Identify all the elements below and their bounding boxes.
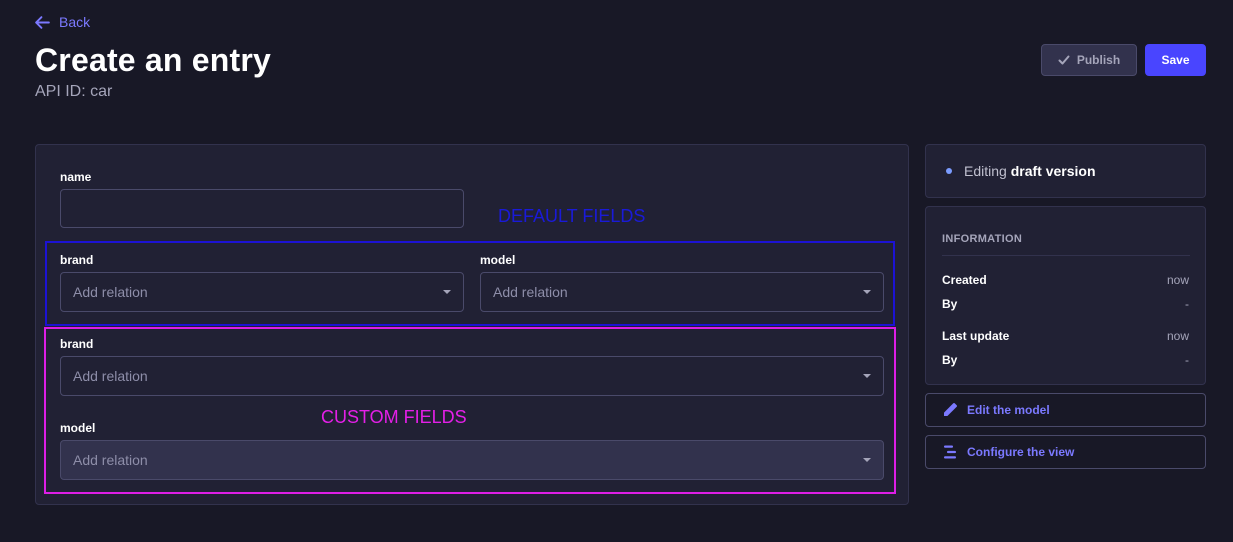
- created-label: Created: [942, 273, 987, 287]
- default-model-placeholder: Add relation: [493, 284, 568, 300]
- created-by-label: By: [942, 297, 958, 311]
- updated-by-value: -: [1185, 353, 1189, 367]
- publish-label: Publish: [1076, 53, 1121, 67]
- updated-by-label: By: [942, 353, 958, 367]
- back-link[interactable]: Back: [34, 12, 90, 32]
- pencil-icon: [944, 403, 957, 416]
- configure-view-label: Configure the view: [967, 445, 1075, 459]
- status-dot-icon: [946, 168, 952, 174]
- save-label: Save: [1161, 53, 1190, 67]
- default-model-label: model: [480, 253, 516, 267]
- last-update-value: now: [1166, 329, 1189, 343]
- custom-brand-placeholder: Add relation: [73, 368, 148, 384]
- arrow-left-icon: [35, 15, 50, 29]
- default-brand-label: brand: [60, 253, 94, 267]
- caret-down-icon: [863, 374, 871, 378]
- publish-button[interactable]: Publish: [1041, 44, 1137, 76]
- default-model-select[interactable]: Add relation: [480, 272, 884, 312]
- edit-model-label: Edit the model: [967, 403, 1050, 417]
- caret-down-icon: [443, 290, 451, 294]
- configure-view-button[interactable]: Configure the view: [925, 435, 1206, 469]
- check-icon: [1058, 55, 1070, 65]
- information-title: INFORMATION: [942, 233, 1023, 245]
- back-label: Back: [59, 14, 91, 30]
- default-brand-placeholder: Add relation: [73, 284, 148, 300]
- default-fields-annotation: DEFAULT FIELDS: [498, 206, 646, 226]
- page-title: Create an entry: [35, 42, 271, 78]
- information-panel: INFORMATION Created now By - Last update…: [925, 206, 1206, 385]
- caret-down-icon: [863, 290, 871, 294]
- api-id: API ID: car: [35, 83, 113, 100]
- draft-status-box: Editing draft version: [925, 144, 1206, 198]
- draft-version-label: draft version: [1010, 163, 1096, 179]
- custom-brand-label: brand: [60, 337, 94, 351]
- custom-model-placeholder: Add relation: [73, 452, 148, 468]
- edit-model-button[interactable]: Edit the model: [925, 393, 1206, 427]
- created-value: now: [1166, 273, 1189, 287]
- custom-model-select[interactable]: Add relation: [60, 440, 884, 480]
- default-brand-select[interactable]: Add relation: [60, 272, 464, 312]
- custom-fields-annotation: CUSTOM FIELDS: [321, 407, 467, 427]
- editing-prefix: Editing: [964, 163, 1007, 179]
- name-label: name: [60, 170, 92, 184]
- layout-icon: [944, 445, 956, 459]
- name-input[interactable]: [60, 189, 464, 228]
- custom-brand-select[interactable]: Add relation: [60, 356, 884, 396]
- custom-model-label: model: [60, 421, 96, 435]
- last-update-label: Last update: [942, 329, 1010, 343]
- information-divider: [942, 255, 1190, 256]
- draft-status-text: Editing draft version: [964, 163, 1096, 179]
- save-button[interactable]: Save: [1145, 44, 1206, 76]
- created-by-value: -: [1185, 297, 1189, 311]
- caret-down-icon: [863, 458, 871, 462]
